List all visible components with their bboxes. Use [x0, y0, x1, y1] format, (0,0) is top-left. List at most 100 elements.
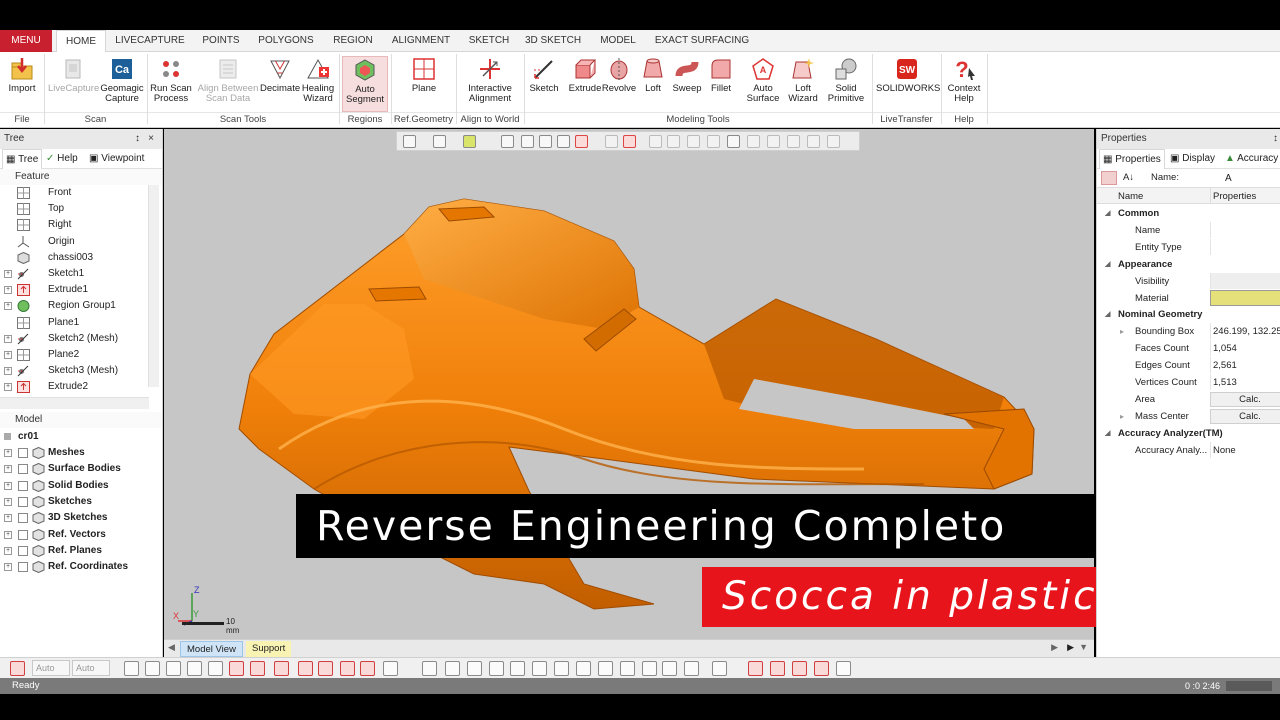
- selection-filter-1[interactable]: Auto: [32, 660, 70, 676]
- expand-icon[interactable]: +: [4, 334, 12, 343]
- bottom-tool-icon[interactable]: [532, 661, 547, 676]
- loft-wizard-button[interactable]: Loft Wizard: [784, 56, 822, 104]
- bottom-tool-icon[interactable]: [360, 661, 375, 676]
- feature-item[interactable]: + Plane2: [0, 347, 147, 363]
- expand-icon[interactable]: ▸: [1120, 323, 1124, 340]
- bottom-tool-icon[interactable]: [383, 661, 398, 676]
- interactive-alignment-button[interactable]: Interactive Alignment: [460, 56, 520, 104]
- model-item[interactable]: + Ref. Coordinates: [0, 559, 160, 575]
- sweep-button[interactable]: Sweep: [670, 56, 704, 94]
- expand-icon[interactable]: +: [4, 449, 12, 457]
- bottom-tool-icon[interactable]: [445, 661, 460, 676]
- calc-button[interactable]: Calc.: [1210, 408, 1280, 424]
- bottom-tool-icon[interactable]: [124, 661, 139, 676]
- property-value[interactable]: None: [1210, 441, 1280, 458]
- feature-item[interactable]: Origin: [0, 234, 147, 250]
- tab-menu[interactable]: MENU: [0, 30, 52, 52]
- model-item[interactable]: + Sketches: [0, 494, 160, 510]
- auto-segment-button[interactable]: Auto Segment: [342, 56, 388, 112]
- 3d-viewport[interactable]: Z X Y 10 mm: [164, 129, 1094, 639]
- visibility-checkbox[interactable]: [18, 545, 28, 556]
- fillet-button[interactable]: Fillet: [704, 56, 738, 94]
- bottom-tool-icon[interactable]: [554, 661, 569, 676]
- tab-region[interactable]: REGION: [326, 30, 380, 52]
- close-icon[interactable]: ×: [148, 129, 154, 149]
- extrude-button[interactable]: Extrude: [567, 56, 603, 94]
- collapse-icon[interactable]: ◢: [1105, 205, 1110, 222]
- bottom-tool-icon[interactable]: [229, 661, 244, 676]
- expand-icon[interactable]: +: [4, 514, 12, 523]
- visibility-checkbox[interactable]: [18, 464, 28, 475]
- pin-icon[interactable]: ↕: [135, 129, 140, 149]
- bottom-tool-icon[interactable]: [792, 661, 807, 676]
- visibility-checkbox[interactable]: [18, 513, 28, 524]
- feature-tree-hscrollbar[interactable]: [0, 397, 149, 409]
- bottom-tool-icon[interactable]: [467, 661, 482, 676]
- expand-icon[interactable]: +: [4, 302, 12, 311]
- run-scan-process-button[interactable]: Run Scan Process: [150, 56, 192, 104]
- bottom-tool-icon[interactable]: [510, 661, 525, 676]
- feature-item[interactable]: Top: [0, 201, 147, 217]
- bottom-tool-icon[interactable]: [318, 661, 333, 676]
- expand-icon[interactable]: +: [4, 563, 12, 572]
- tab-sketch[interactable]: SKETCH: [462, 30, 516, 52]
- model-item[interactable]: + Ref. Planes: [0, 543, 160, 559]
- expand-icon[interactable]: +: [4, 546, 12, 555]
- property-value[interactable]: [1210, 272, 1280, 289]
- tab-tree[interactable]: ▦ Tree: [2, 149, 43, 169]
- decimate-button[interactable]: Decimate: [260, 56, 300, 94]
- solid-primitive-button[interactable]: Solid Primitive: [824, 56, 868, 104]
- tab-viewpoint[interactable]: ▣ Viewpoint: [89, 149, 144, 169]
- loft-button[interactable]: Loft: [637, 56, 669, 94]
- solidworks-button[interactable]: SW SOLIDWORKS: [876, 56, 940, 94]
- bottom-tool-icon[interactable]: [836, 661, 851, 676]
- livecapture-button[interactable]: LiveCapture: [48, 56, 99, 94]
- expand-icon[interactable]: +: [4, 383, 12, 392]
- model-item[interactable]: + Solid Bodies: [0, 478, 160, 494]
- tab-home[interactable]: HOME: [56, 30, 106, 53]
- expand-icon[interactable]: +: [4, 481, 12, 490]
- expand-icon[interactable]: +: [4, 530, 12, 539]
- selection-filter-2[interactable]: Auto: [72, 660, 110, 676]
- tab-support[interactable]: Support: [246, 641, 292, 657]
- model-item[interactable]: +3D Sketches: [0, 510, 160, 526]
- feature-item[interactable]: + Extrude2: [0, 379, 147, 395]
- property-value[interactable]: 1,513: [1210, 374, 1280, 390]
- tab-dropdown-icon[interactable]: ▼: [1079, 642, 1088, 652]
- feature-item[interactable]: + Sketch1: [0, 266, 147, 282]
- bottom-tool-icon[interactable]: [298, 661, 313, 676]
- expand-icon[interactable]: ▸: [1120, 408, 1124, 425]
- feature-item[interactable]: + Sketch3 (Mesh): [0, 363, 147, 379]
- plane-button[interactable]: Plane: [402, 56, 446, 94]
- tab-list-icon[interactable]: ▶: [1067, 642, 1074, 653]
- import-button[interactable]: Import: [4, 56, 40, 94]
- expand-icon[interactable]: +: [4, 351, 12, 359]
- model-item[interactable]: + Surface Bodies: [0, 461, 160, 477]
- tab-points[interactable]: POINTS: [196, 30, 246, 52]
- bottom-tool-icon[interactable]: [642, 661, 657, 676]
- tab-help[interactable]: ✓ Help: [46, 149, 78, 169]
- bottom-tool-icon[interactable]: [576, 661, 591, 676]
- properties-pin-icon[interactable]: ↕: [1273, 129, 1278, 149]
- tab-polygons[interactable]: POLYGONS: [254, 30, 318, 52]
- bottom-tool-icon[interactable]: [250, 661, 265, 676]
- tab-exact-surfacing[interactable]: EXACT SURFACING: [654, 30, 750, 52]
- tab-scroll-right-icon[interactable]: ▶: [1051, 642, 1058, 653]
- select-mode-icon[interactable]: [10, 661, 25, 676]
- visibility-checkbox[interactable]: [18, 562, 28, 573]
- feature-item[interactable]: Front: [0, 185, 147, 201]
- tab-alignment[interactable]: ALIGNMENT: [388, 30, 454, 52]
- model-root[interactable]: cr01: [0, 429, 160, 445]
- tab-display[interactable]: ▣ Display: [1170, 149, 1215, 169]
- context-help-button[interactable]: ? Context Help: [944, 56, 984, 104]
- tab-3dsketch[interactable]: 3D SKETCH: [524, 30, 582, 52]
- revolve-button[interactable]: Revolve: [601, 56, 637, 94]
- tab-livecapture[interactable]: LIVECAPTURE: [112, 30, 188, 52]
- feature-item[interactable]: + Region Group1: [0, 298, 147, 314]
- bottom-tool-icon[interactable]: [748, 661, 763, 676]
- model-item[interactable]: + Meshes: [0, 445, 160, 461]
- bottom-tool-icon[interactable]: [814, 661, 829, 676]
- align-between-scan-data-button[interactable]: Align Between Scan Data: [196, 56, 260, 104]
- expand-icon[interactable]: +: [4, 367, 12, 376]
- categorized-sort-icon[interactable]: [1101, 171, 1117, 185]
